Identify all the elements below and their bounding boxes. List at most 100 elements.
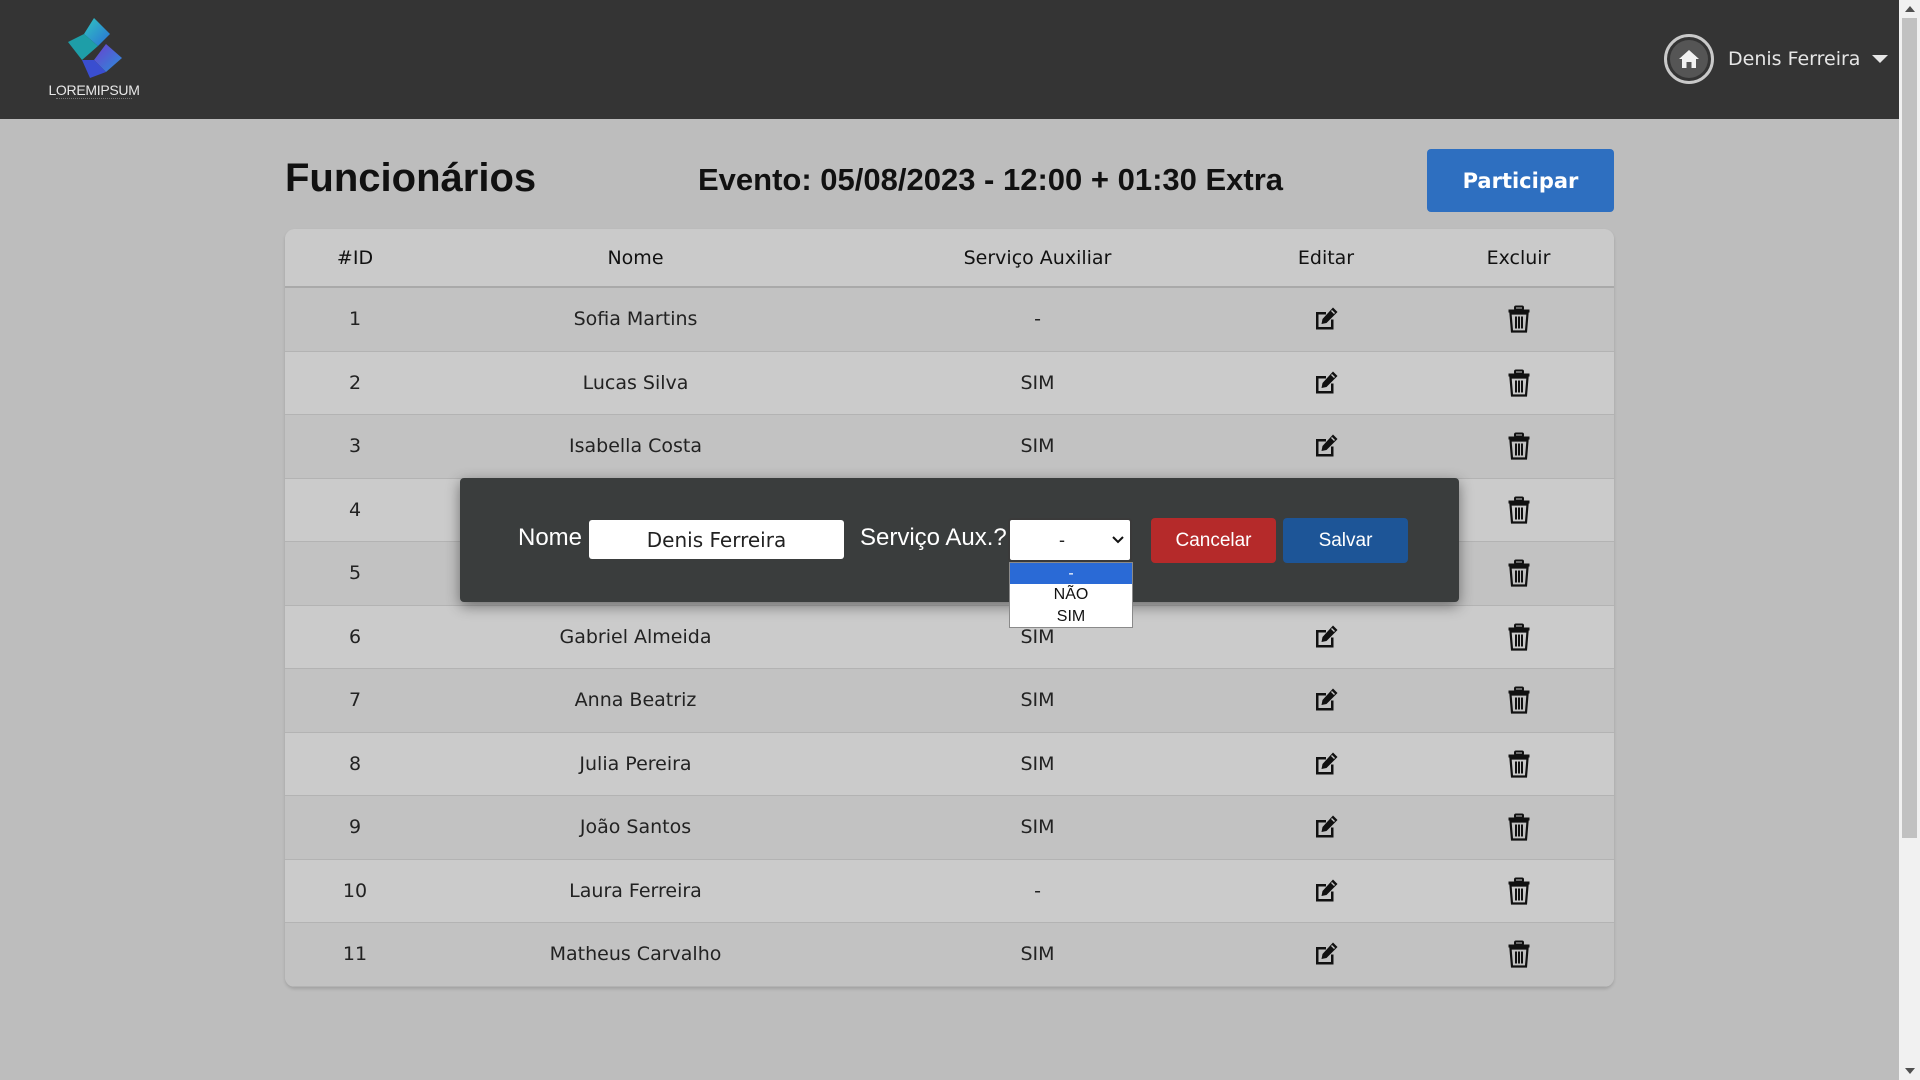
delete-button[interactable] xyxy=(1423,877,1614,905)
edit-button[interactable] xyxy=(1229,623,1423,651)
trash-icon xyxy=(1507,369,1531,397)
edit-icon xyxy=(1312,940,1340,968)
row-nome: Lucas Silva xyxy=(582,371,689,394)
delete-button[interactable] xyxy=(1423,813,1614,841)
app-logo[interactable]: LOREMIPSUM xyxy=(44,14,144,104)
logo-text: LOREMIPSUM xyxy=(48,82,140,98)
edit-button[interactable] xyxy=(1229,369,1423,397)
row-id: 6 xyxy=(348,625,362,648)
edit-icon xyxy=(1312,877,1340,905)
row-servico: - xyxy=(1034,879,1041,902)
row-servico: SIM xyxy=(1020,625,1055,648)
trash-icon xyxy=(1507,750,1531,778)
row-id: 3 xyxy=(348,435,362,458)
delete-button[interactable] xyxy=(1423,623,1614,651)
edit-button[interactable] xyxy=(1229,877,1423,905)
edit-icon xyxy=(1312,813,1340,841)
edit-icon xyxy=(1312,305,1340,333)
row-nome: João Santos xyxy=(579,816,692,839)
edit-icon xyxy=(1312,750,1340,778)
scrollbar-thumb[interactable] xyxy=(1902,18,1917,838)
row-servico: SIM xyxy=(1020,816,1055,839)
row-id: 9 xyxy=(348,816,362,839)
delete-button[interactable] xyxy=(1423,369,1614,397)
trash-icon xyxy=(1507,432,1531,460)
row-id: 11 xyxy=(342,943,368,966)
delete-button[interactable] xyxy=(1423,940,1614,968)
edit-button[interactable] xyxy=(1229,686,1423,714)
delete-button[interactable] xyxy=(1423,432,1614,460)
table-row: 10 Laura Ferreira - xyxy=(285,859,1614,923)
row-servico: SIM xyxy=(1020,371,1055,394)
logo-tagline xyxy=(56,98,132,100)
edit-button[interactable] xyxy=(1229,940,1423,968)
row-servico: SIM xyxy=(1020,435,1055,458)
top-navbar: LOREMIPSUM Denis Ferreira xyxy=(0,0,1899,119)
page-scrollbar[interactable] xyxy=(1899,0,1920,1080)
nome-label: Nome xyxy=(518,524,583,551)
edit-icon xyxy=(1312,623,1340,651)
table-row: 2 Lucas Silva SIM xyxy=(285,351,1614,415)
chevron-down-icon[interactable] xyxy=(1872,55,1889,63)
table-header: #ID Nome Serviço Auxiliar Editar Excluir xyxy=(285,229,1614,288)
cancel-button[interactable]: Cancelar xyxy=(1151,518,1276,563)
table-row: 7 Anna Beatriz SIM xyxy=(285,669,1614,733)
row-id: 5 xyxy=(348,562,362,585)
row-id: 1 xyxy=(348,308,362,331)
delete-button[interactable] xyxy=(1423,305,1614,333)
header-servico: Serviço Auxiliar xyxy=(963,246,1112,269)
option-none[interactable]: - xyxy=(1010,563,1132,585)
row-servico: SIM xyxy=(1020,943,1055,966)
row-servico: - xyxy=(1034,308,1041,331)
row-nome: Matheus Carvalho xyxy=(549,943,722,966)
row-nome: Anna Beatriz xyxy=(574,689,697,712)
trash-icon xyxy=(1507,940,1531,968)
trash-icon xyxy=(1507,559,1531,587)
delete-button[interactable] xyxy=(1423,750,1614,778)
logo-mark-icon xyxy=(68,18,122,78)
trash-icon xyxy=(1507,813,1531,841)
row-nome: Julia Pereira xyxy=(579,752,692,775)
home-button[interactable] xyxy=(1664,34,1714,84)
edit-button[interactable] xyxy=(1229,305,1423,333)
scroll-up-arrow-icon[interactable] xyxy=(1905,6,1915,12)
home-icon xyxy=(1670,40,1708,78)
user-menu[interactable]: Denis Ferreira xyxy=(1664,33,1889,85)
option-sim[interactable]: SIM xyxy=(1010,606,1132,627)
row-id: 10 xyxy=(342,879,368,902)
edit-button[interactable] xyxy=(1229,813,1423,841)
user-name[interactable]: Denis Ferreira xyxy=(1728,48,1860,70)
save-button[interactable]: Salvar xyxy=(1283,518,1408,563)
table-row: 1 Sofia Martins - xyxy=(285,288,1614,352)
servico-aux-select[interactable]: - xyxy=(1008,518,1132,562)
event-info: Evento: 05/08/2023 - 12:00 + 01:30 Extra xyxy=(698,162,1284,197)
row-nome: Laura Ferreira xyxy=(569,879,702,902)
edit-button[interactable] xyxy=(1229,432,1423,460)
option-nao[interactable]: NÃO xyxy=(1010,584,1132,605)
delete-button[interactable] xyxy=(1423,686,1614,714)
table-row: 8 Julia Pereira SIM xyxy=(285,732,1614,796)
table-row: 11 Matheus Carvalho SIM xyxy=(285,923,1614,987)
table-body: 1 Sofia Martins - 2 Lucas Silva SIM 3 Isabella … xyxy=(285,288,1614,987)
row-nome: Isabella Costa xyxy=(568,435,703,458)
edit-icon xyxy=(1312,369,1340,397)
servico-aux-label: Serviço Aux.? xyxy=(860,524,1007,551)
trash-icon xyxy=(1507,305,1531,333)
trash-icon xyxy=(1507,496,1531,524)
row-id: 8 xyxy=(348,752,362,775)
header-excluir: Excluir xyxy=(1486,246,1551,269)
table-row: 3 Isabella Costa SIM xyxy=(285,415,1614,479)
scroll-down-arrow-icon[interactable] xyxy=(1905,1068,1915,1074)
edit-icon xyxy=(1312,686,1340,714)
row-servico: SIM xyxy=(1020,752,1055,775)
trash-icon xyxy=(1507,623,1531,651)
edit-button[interactable] xyxy=(1229,750,1423,778)
header-editar: Editar xyxy=(1297,246,1355,269)
nome-input[interactable] xyxy=(589,520,844,559)
header-id: #ID xyxy=(336,246,374,269)
row-nome: Sofia Martins xyxy=(573,308,698,331)
trash-icon xyxy=(1507,877,1531,905)
row-id: 7 xyxy=(348,689,362,712)
edit-employee-modal: Nome Serviço Aux.? - Cancelar Salvar xyxy=(460,478,1459,602)
participar-button[interactable]: Participar xyxy=(1427,149,1614,212)
